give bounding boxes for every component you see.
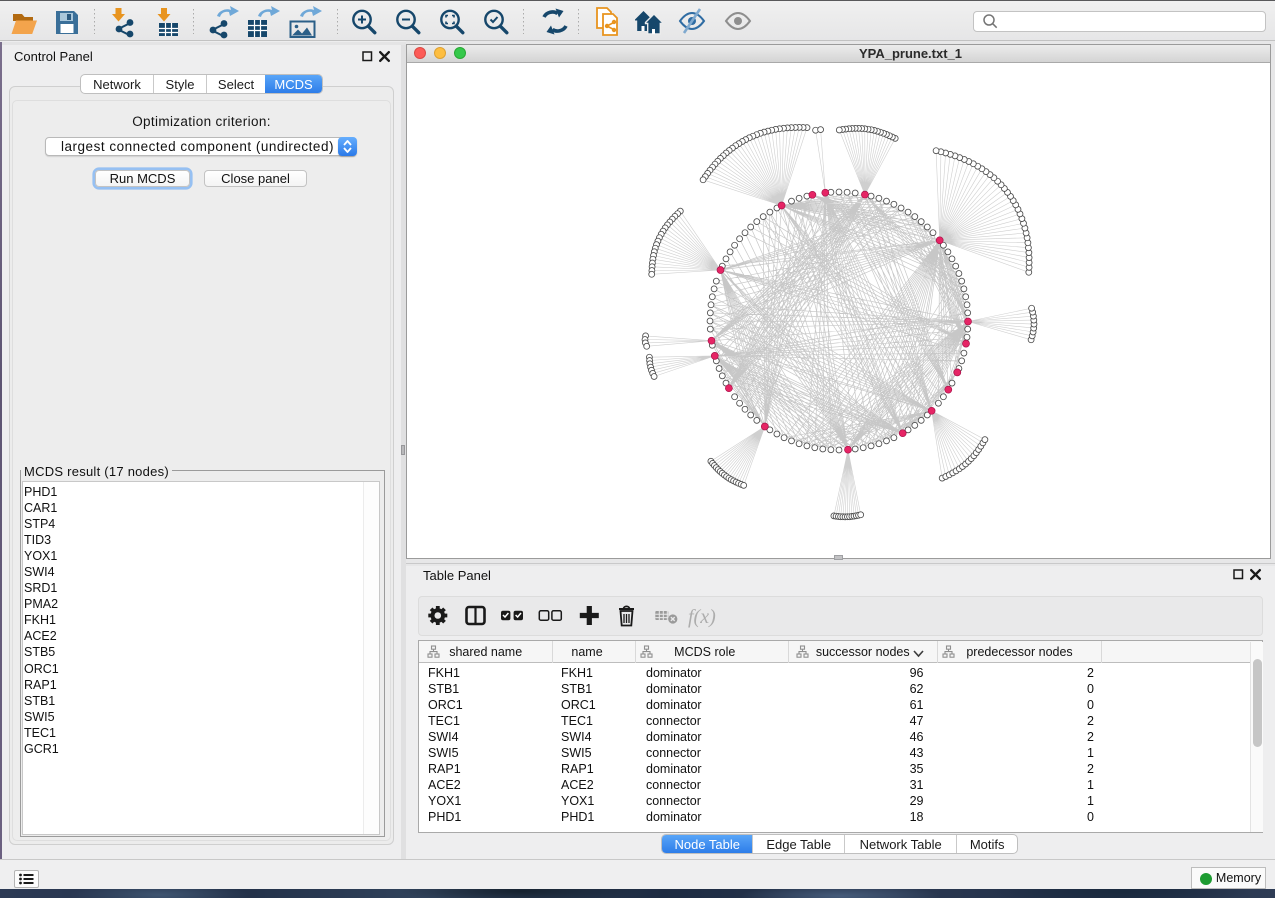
svg-text:f(x): f(x) — [688, 606, 716, 628]
